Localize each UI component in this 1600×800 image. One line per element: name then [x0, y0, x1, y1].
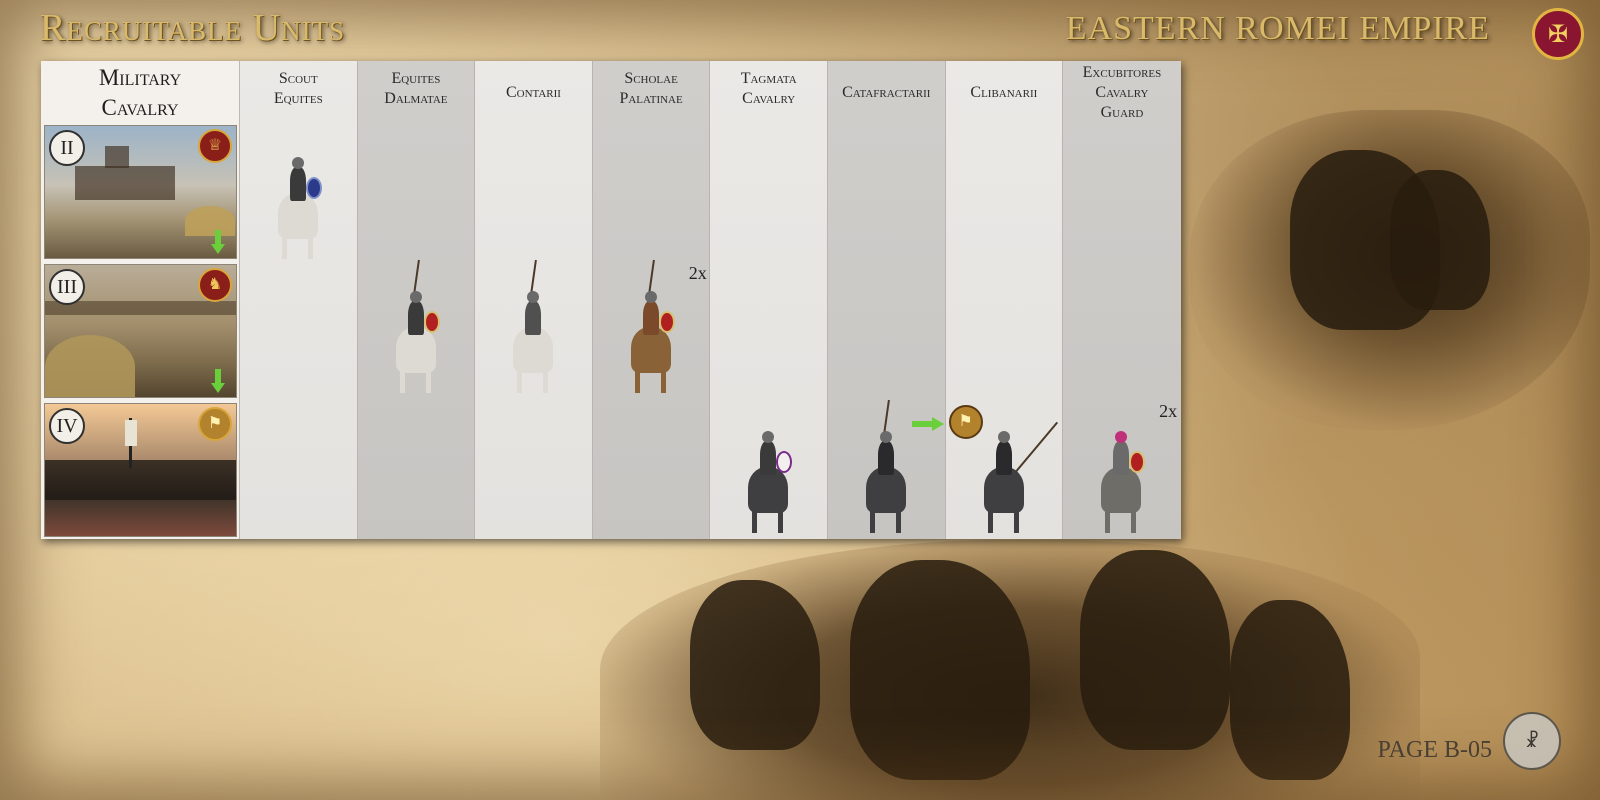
page-number: PAGE B-05 [1377, 737, 1492, 763]
unit-column-catafractarii: Catafractarii [827, 61, 946, 539]
scout-equites-unit-icon[interactable] [270, 149, 326, 259]
catafractarii-unit-icon[interactable] [858, 399, 914, 533]
mod-logo-icon: ☧ [1503, 712, 1561, 770]
page-title: Recruitable Units [40, 7, 346, 49]
tagmata-cavalry-unit-icon[interactable] [740, 423, 796, 533]
scholae-palatinae-unit-icon[interactable] [623, 259, 679, 393]
faction-name: EASTERN ROMEI EMPIRE [1065, 10, 1490, 47]
unit-column-tagmata-cavalry: Tagmata Cavalry [710, 61, 828, 539]
cataphract-art-right [1190, 110, 1590, 430]
upgrade-arrow-icon [911, 417, 946, 431]
unit-column-clibanarii: Clibanarii ⚑ [945, 61, 1064, 539]
unit-column-equites-dalmatae: Equites Dalmatae [357, 61, 476, 539]
unit-column-scholae-palatinae: Scholae Palatinae 2x [592, 61, 711, 539]
tier-row-4: IV ⚑ [44, 403, 237, 537]
tier-row-3: III ♞ [44, 264, 237, 398]
unit-name: Excubitores Cavalry Guard [1082, 64, 1162, 121]
unit-column-contarii: Contarii [475, 61, 593, 539]
unit-column-scout-equites: Scout Equites [240, 61, 358, 539]
standard-icon: ⚑ [198, 407, 232, 441]
unit-name: Catafractarii [842, 84, 931, 101]
unit-column-excubitores-cavalry-guard: Excubitores Cavalry Guard 2x [1063, 61, 1181, 539]
unit-name: Clibanarii [970, 84, 1038, 101]
cataphract-charge-art [600, 540, 1420, 800]
double-eagle-emblem-icon: ✠ [1532, 8, 1584, 60]
unit-columns: Scout Equites Equites Dalmatae Contarii … [240, 61, 1181, 539]
helmet-icon: ♕ [198, 129, 232, 163]
unit-multiplier: 2x [688, 263, 707, 283]
tier-numeral: III [49, 269, 85, 305]
tier-row-2: II ♕ [44, 125, 237, 259]
unit-name: Equites Dalmatae [384, 70, 448, 107]
upgrade-arrow-icon [211, 230, 225, 256]
unit-name: Scout Equites [273, 70, 323, 107]
unit-name: Scholae Palatinae [619, 70, 683, 107]
tier-numeral: II [49, 130, 85, 166]
contarii-unit-icon[interactable] [505, 259, 561, 393]
excubitores-cavalry-guard-unit-icon[interactable] [1093, 423, 1149, 533]
tier-column: Military Cavalry II ♕ III ♞ IV ⚑ [41, 61, 240, 539]
tier-numeral: IV [49, 408, 85, 444]
equites-dalmatae-unit-icon[interactable] [388, 259, 444, 393]
unit-name: Contarii [505, 84, 561, 101]
category-heading: Military Cavalry [98, 65, 182, 120]
horse-head-icon: ♞ [198, 268, 232, 302]
clibanarii-unit-icon[interactable] [976, 421, 1058, 533]
recruitable-units-table: Military Cavalry II ♕ III ♞ IV ⚑ Scout E… [41, 61, 1181, 539]
unit-multiplier: 2x [1159, 401, 1178, 421]
upgrade-arrow-icon [211, 369, 225, 395]
unit-name: Tagmata Cavalry [740, 70, 797, 107]
